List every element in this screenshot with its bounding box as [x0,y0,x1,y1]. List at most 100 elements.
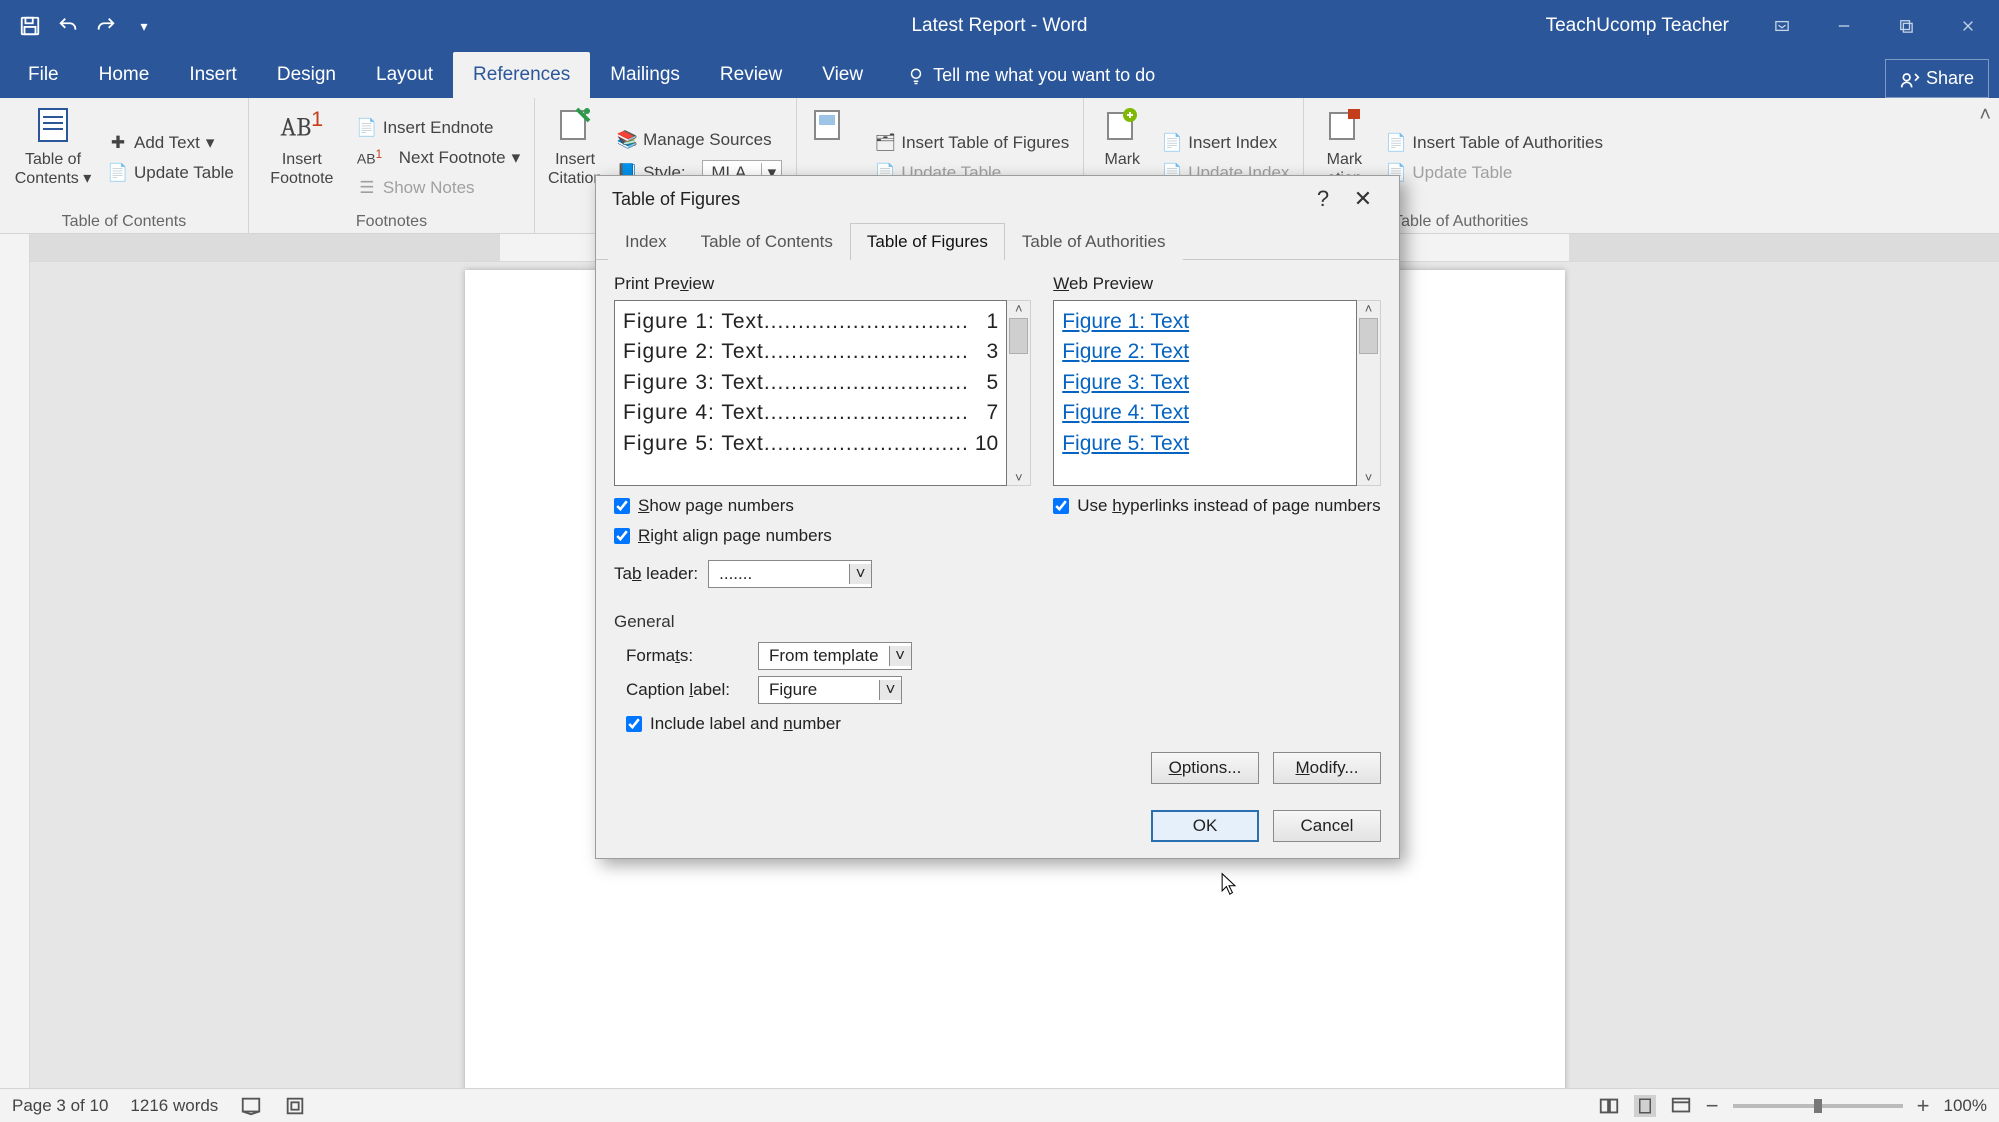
status-words[interactable]: 1216 words [130,1096,218,1116]
dialog-titlebar: Table of Figures ? ✕ [596,176,1399,222]
table-of-contents-button[interactable]: Table of Contents ▾ [10,104,96,211]
customize-qat-icon[interactable]: ▾ [132,14,156,38]
status-page[interactable]: Page 3 of 10 [12,1096,108,1116]
formats-label: Formats: [626,646,748,666]
web-layout-icon[interactable] [1670,1095,1692,1117]
zoom-value[interactable]: 100% [1944,1096,1987,1116]
show-notes-button: ☰Show Notes [353,176,524,200]
scroll-up-icon[interactable]: ˄ [1015,301,1023,316]
citation-icon [554,104,596,146]
chevron-down-icon[interactable]: ˅ [889,646,911,666]
scroll-down-icon[interactable]: ˅ [1365,470,1373,485]
update-table-button[interactable]: 📄Update Table [104,161,238,185]
minimize-icon[interactable] [1813,0,1875,52]
maximize-icon[interactable] [1875,0,1937,52]
caption-label-select[interactable]: Figure˅ [758,676,902,704]
options-button[interactable]: Options... [1151,752,1259,784]
include-label-checkbox[interactable]: Include label and number [626,714,1381,734]
tab-insert[interactable]: Insert [169,52,257,98]
insert-index-button[interactable]: 📄Insert Index [1158,131,1293,155]
tab-mailings[interactable]: Mailings [590,52,700,98]
zoom-in-button[interactable]: + [1917,1093,1930,1119]
chevron-down-icon[interactable]: ˅ [879,680,901,700]
dialog-help-button[interactable]: ? [1303,186,1343,212]
collapse-ribbon-icon[interactable]: ˄ [1979,104,1991,127]
tab-leader-label: Tab leader: [614,564,698,584]
print-layout-icon[interactable] [1634,1095,1656,1117]
dialog-tab-toc[interactable]: Table of Contents [684,223,850,260]
tab-file[interactable]: File [8,52,79,98]
group-footnotes: AB1 Insert Footnote 📄Insert Endnote AB1 … [249,98,535,233]
window-title: Latest Report - Word [911,15,1087,37]
manage-sources-icon: 📚 [617,130,637,150]
undo-icon[interactable] [56,14,80,38]
show-page-numbers-checkbox[interactable]: Show page numbers [614,496,1031,516]
show-notes-icon: ☰ [357,178,377,198]
ribbon-options-icon[interactable] [1751,0,1813,52]
update-toa-button: 📄Update Table [1382,161,1607,185]
footnote-icon: AB1 [281,104,323,146]
dialog-tabs: Index Table of Contents Table of Figures… [596,222,1399,260]
modify-button[interactable]: Modify... [1273,752,1381,784]
insert-endnote-button[interactable]: 📄Insert Endnote [353,116,524,140]
right-align-checkbox[interactable]: Right align page numbers [614,526,1031,546]
spellcheck-icon[interactable] [240,1095,262,1117]
web-preview-label: Web Preview [1053,274,1381,294]
scroll-up-icon[interactable]: ˄ [1365,301,1373,316]
add-text-button[interactable]: ✚Add Text ▾ [104,131,238,155]
macro-icon[interactable] [284,1095,306,1117]
share-button[interactable]: Share [1885,59,1989,98]
insert-table-of-figures-button[interactable]: 🗂Insert Table of Figures [871,131,1073,155]
table-of-figures-dialog: Table of Figures ? ✕ Index Table of Cont… [595,175,1400,859]
formats-select[interactable]: From template˅ [758,642,912,670]
tab-layout[interactable]: Layout [356,52,453,98]
save-icon[interactable] [18,14,42,38]
insert-footnote-button[interactable]: AB1 Insert Footnote [259,104,345,211]
tab-design[interactable]: Design [257,52,356,98]
web-preview-box: Figure 1: TextFigure 2: TextFigure 3: Te… [1053,300,1357,486]
scroll-down-icon[interactable]: ˅ [1015,470,1023,485]
web-preview-scrollbar[interactable]: ˄˅ [1357,300,1381,486]
mark-citation-icon [1323,104,1365,146]
group-label-footnotes: Footnotes [259,211,524,231]
vertical-ruler[interactable] [0,234,30,1088]
add-text-icon: ✚ [108,133,128,153]
update-icon: 📄 [108,163,128,183]
print-preview-scrollbar[interactable]: ˄˅ [1007,300,1031,486]
next-footnote-button[interactable]: AB1 Next Footnote ▾ [353,146,524,170]
toc-icon [32,104,74,146]
tab-leader-select[interactable]: .......˅ [708,560,872,588]
dialog-title: Table of Figures [612,189,740,210]
lightbulb-icon [907,67,925,85]
dialog-tab-index[interactable]: Index [608,223,684,260]
insert-toa-button[interactable]: 📄Insert Table of Authorities [1382,131,1607,155]
chevron-down-icon[interactable]: ˅ [849,564,871,584]
insert-index-icon: 📄 [1162,133,1182,153]
manage-sources-button[interactable]: 📚Manage Sources [613,128,786,152]
close-icon[interactable] [1937,0,1999,52]
dialog-tab-toa[interactable]: Table of Authorities [1005,223,1183,260]
title-bar: ▾ Latest Report - Word TeachUcomp Teache… [0,0,1999,52]
group-table-of-contents: Table of Contents ▾ ✚Add Text ▾ 📄Update … [0,98,249,233]
dialog-close-button[interactable]: ✕ [1343,186,1383,212]
zoom-slider[interactable] [1733,1104,1903,1108]
mark-entry-icon [1101,104,1143,146]
endnote-icon: 📄 [357,118,377,138]
zoom-out-button[interactable]: − [1706,1093,1719,1119]
tell-me-search[interactable]: Tell me what you want to do [907,53,1155,98]
tab-view[interactable]: View [802,52,883,98]
cancel-button[interactable]: Cancel [1273,810,1381,842]
use-hyperlinks-checkbox[interactable]: Use hyperlinks instead of page numbers [1053,496,1381,516]
print-preview-box: Figure 1: Text..........................… [614,300,1007,486]
group-label-toc: Table of Contents [10,211,238,231]
ok-button[interactable]: OK [1151,810,1259,842]
tell-me-label: Tell me what you want to do [933,65,1155,86]
redo-icon[interactable] [94,14,118,38]
tab-home[interactable]: Home [79,52,170,98]
read-mode-icon[interactable] [1598,1095,1620,1117]
tab-references[interactable]: References [453,52,590,98]
user-name: TeachUcomp Teacher [1546,15,1729,37]
share-label: Share [1926,68,1974,89]
tab-review[interactable]: Review [700,52,802,98]
dialog-tab-tof[interactable]: Table of Figures [850,223,1005,260]
